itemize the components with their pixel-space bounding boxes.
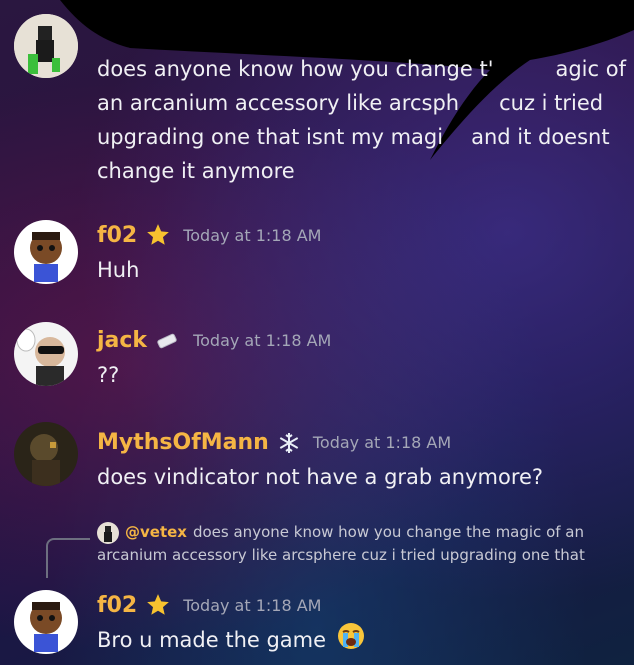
timestamp: Today at 1:18 AM bbox=[312, 433, 452, 452]
reply-preview[interactable]: @vetex does anyone know how you change th… bbox=[97, 521, 627, 566]
timestamp: Today at 1:18 AM bbox=[183, 595, 322, 615]
avatar[interactable] bbox=[14, 220, 78, 284]
message-text: change it anymore bbox=[97, 159, 295, 183]
message-text: an arcanium accessory like arcsph bbox=[97, 91, 460, 115]
message-text: upgrading one that isnt my magi bbox=[97, 125, 444, 149]
message-text: does vindicator not have a grab anymore? bbox=[97, 465, 544, 489]
message-text: ?? bbox=[97, 363, 120, 387]
reply-author[interactable]: @vetex bbox=[125, 523, 187, 541]
star-icon bbox=[145, 592, 171, 618]
snowflake-icon bbox=[277, 431, 301, 455]
reply-text: arcanium accessory like arcsphere cuz i … bbox=[97, 545, 585, 564]
username[interactable]: f02 bbox=[97, 223, 137, 248]
username[interactable]: MythsOfMann bbox=[97, 430, 269, 455]
username[interactable]: jack bbox=[97, 328, 147, 353]
reply-avatar bbox=[97, 521, 119, 544]
timestamp: Today at 1:18 AM bbox=[193, 331, 332, 350]
timestamp: Today at 1:18 AM bbox=[183, 225, 322, 245]
avatar[interactable] bbox=[14, 322, 78, 386]
message-text: agic of bbox=[555, 57, 626, 81]
star-icon bbox=[145, 222, 171, 248]
message-text: cuz i tried bbox=[499, 91, 604, 115]
avatar[interactable] bbox=[14, 422, 78, 486]
message-text: Huh bbox=[97, 258, 140, 282]
message-text: Bro u made the game bbox=[97, 628, 327, 652]
message-text: does anyone know how you change t' bbox=[97, 57, 494, 81]
avatar[interactable] bbox=[14, 14, 78, 78]
message-text: and it doesnt bbox=[471, 125, 610, 149]
reply-connector bbox=[46, 538, 90, 578]
loudly-crying-face-icon bbox=[337, 622, 365, 660]
avatar[interactable] bbox=[14, 590, 78, 654]
username[interactable]: f02 bbox=[97, 593, 137, 618]
eraser-icon bbox=[155, 331, 181, 351]
reply-text: does anyone know how you change the magi… bbox=[192, 523, 584, 541]
